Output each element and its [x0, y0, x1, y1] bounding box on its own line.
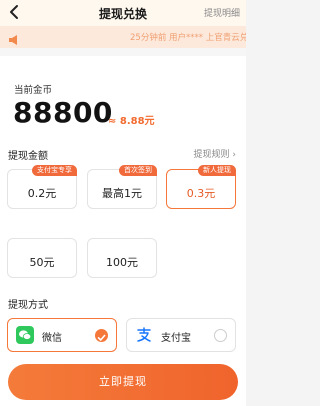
payment-option-label: 支付宝: [161, 333, 191, 344]
coin-label: 当前金币: [14, 85, 53, 96]
amount-option[interactable]: 100元: [87, 238, 157, 278]
checked-radio-icon[interactable]: [95, 329, 108, 342]
megaphone-icon: [8, 31, 20, 45]
unchecked-radio-icon[interactable]: [214, 329, 227, 342]
coin-card: 当前金币 88800 ≈ 8.88元: [0, 56, 246, 150]
amount-option-value: 最高1元: [102, 187, 142, 200]
amount-option-value: 0.3元: [186, 187, 216, 200]
withdraw-page: 提现兑换 提现明细 25分钟前 用户**** 上官青云兑 当前金币 88800 …: [0, 0, 246, 406]
amount-option[interactable]: 支付宝专享 0.2元: [7, 165, 77, 209]
amount-option-selected[interactable]: 新人提现 0.3元: [166, 165, 236, 209]
withdraw-rules-link[interactable]: 提现规则 ›: [194, 147, 236, 160]
payment-option-wechat[interactable]: 微信: [7, 318, 117, 352]
amount-option[interactable]: 50元: [7, 238, 77, 278]
coin-cash-equivalent: ≈ 8.88元: [108, 116, 155, 127]
coin-amount: 88800: [13, 96, 113, 129]
payment-section: 提现方式 微信 支付宝 立即提现: [0, 290, 246, 406]
amount-option-value: 0.2元: [27, 187, 57, 200]
payment-section-label: 提现方式: [8, 300, 48, 311]
amount-option-value: 50元: [29, 256, 55, 269]
payment-option-alipay[interactable]: 支付宝: [126, 318, 236, 352]
amount-option-tag: 支付宝专享: [32, 165, 77, 176]
withdraw-submit-button[interactable]: 立即提现: [8, 364, 238, 400]
amount-option[interactable]: 首次签到 最高1元: [87, 165, 157, 209]
notice-text: 25分钟前 用户**** 上官青云兑: [130, 33, 246, 43]
amount-option-tag: 新人提现: [198, 165, 236, 176]
notice-bar: 25分钟前 用户**** 上官青云兑: [0, 26, 246, 48]
header-bar: 提现兑换 提现明细: [0, 0, 246, 26]
amount-option-tag: 首次签到: [119, 165, 157, 176]
wechat-icon: [16, 326, 34, 344]
payment-option-label: 微信: [42, 333, 62, 344]
amount-section: 提现金额 提现规则 › 支付宝专享 0.2元 首次签到 最高1元 新人提现 0.…: [0, 138, 246, 290]
amount-option-value: 100元: [106, 256, 138, 269]
withdraw-detail-link[interactable]: 提现明细: [204, 6, 240, 19]
alipay-icon: [135, 326, 153, 344]
amount-section-label: 提现金额: [8, 151, 48, 162]
